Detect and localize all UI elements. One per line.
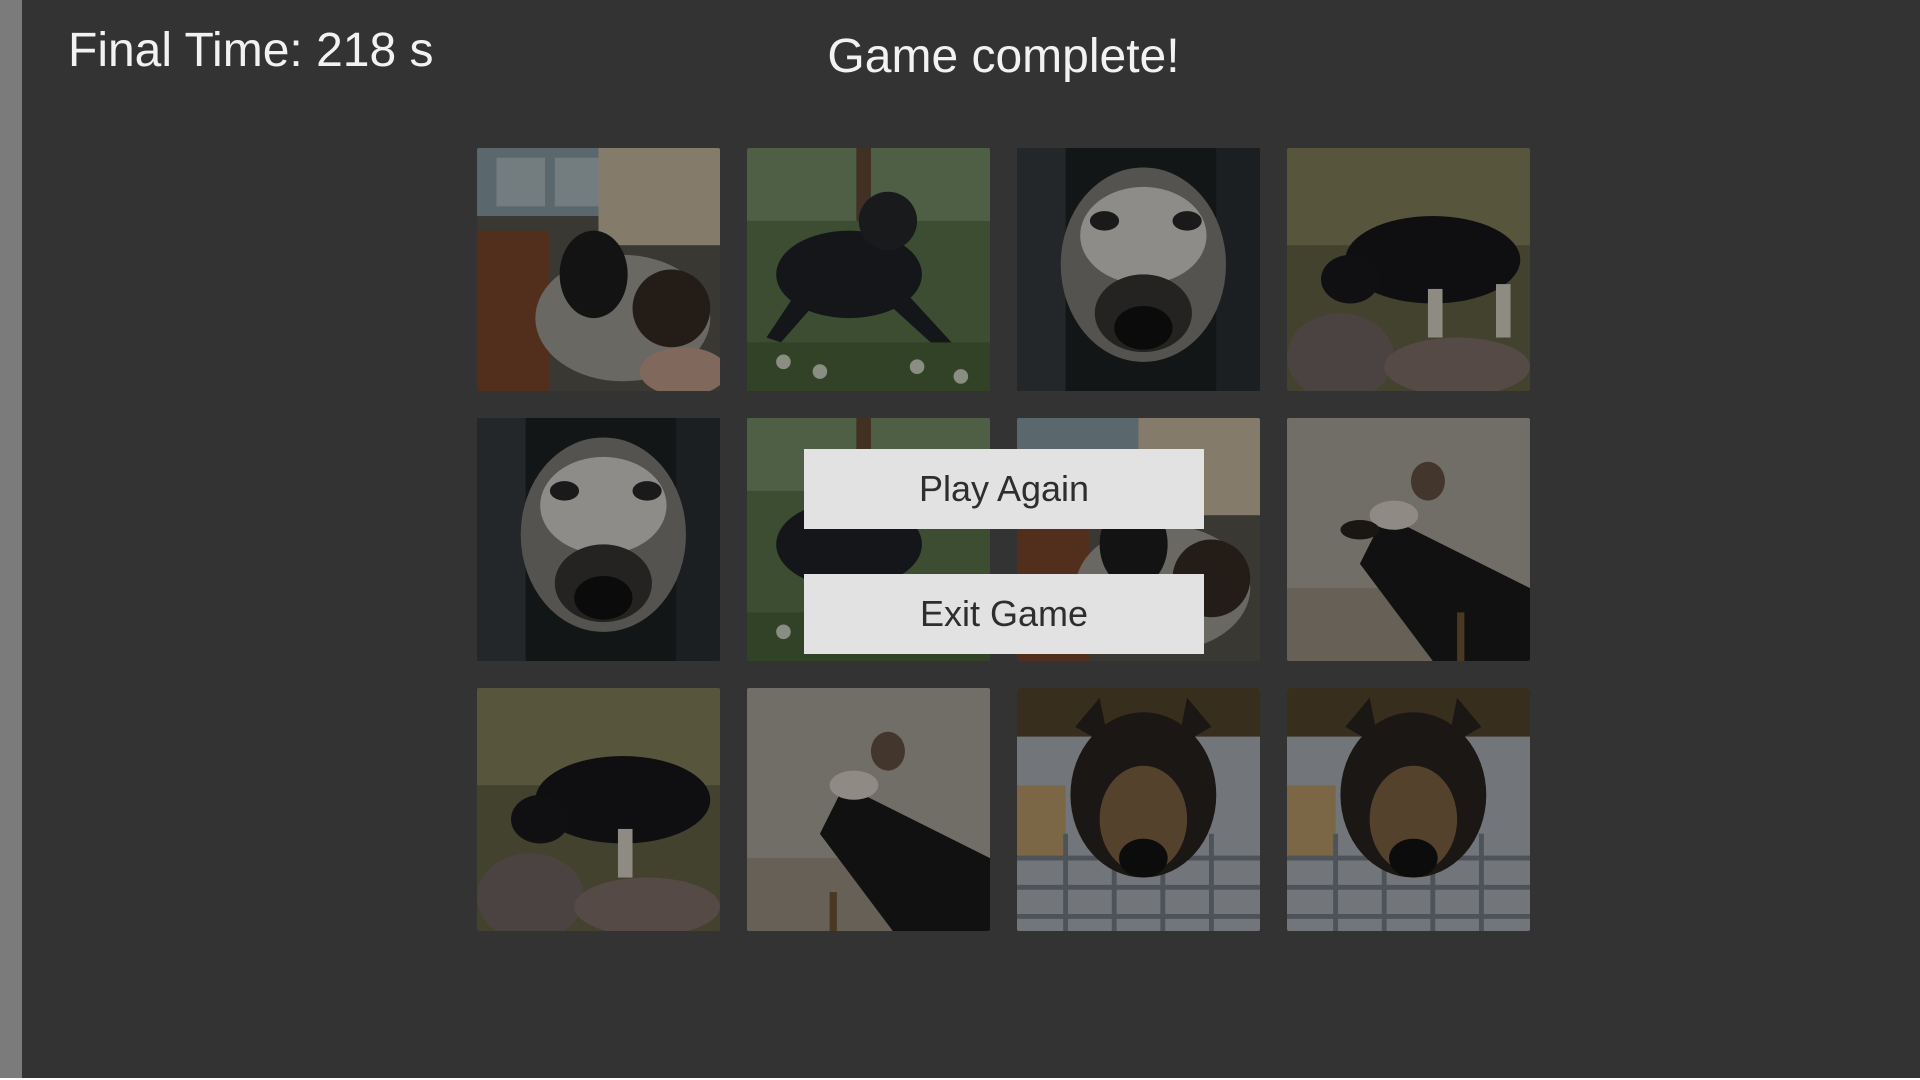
dog-paws-icon (1287, 418, 1530, 661)
card-shepherd-on-blanket[interactable] (1017, 688, 1260, 931)
left-edge-strip (0, 0, 22, 1078)
dog-in-car-icon (477, 148, 720, 391)
dog-in-rain-icon (747, 148, 990, 391)
card-husky-closeup[interactable] (1017, 148, 1260, 391)
card-dog-in-rain[interactable] (747, 148, 990, 391)
dog-on-rocks-icon (477, 688, 720, 931)
card-dog-paws[interactable] (1287, 418, 1530, 661)
card-husky-closeup[interactable] (477, 418, 720, 661)
card-shepherd-on-blanket[interactable] (1287, 688, 1530, 931)
game-stage: Final Time: 218 s Game complete! Play Ag… (22, 0, 1920, 1078)
card-grid (477, 148, 1531, 931)
dog-paws-icon (747, 688, 990, 931)
card-dog-paws[interactable] (747, 688, 990, 931)
play-again-button[interactable]: Play Again (804, 449, 1204, 529)
exit-game-button[interactable]: Exit Game (804, 574, 1204, 654)
shepherd-on-blanket-icon (1017, 688, 1260, 931)
game-complete-heading: Game complete! (827, 30, 1180, 83)
shepherd-on-blanket-icon (1287, 688, 1530, 931)
card-dog-on-rocks[interactable] (1287, 148, 1530, 391)
card-dog-in-car[interactable] (477, 148, 720, 391)
husky-closeup-icon (1017, 148, 1260, 391)
card-dog-on-rocks[interactable] (477, 688, 720, 931)
dog-on-rocks-icon (1287, 148, 1530, 391)
husky-closeup-icon (477, 418, 720, 661)
game-window: Final Time: 218 s Game complete! Play Ag… (0, 0, 1920, 1080)
